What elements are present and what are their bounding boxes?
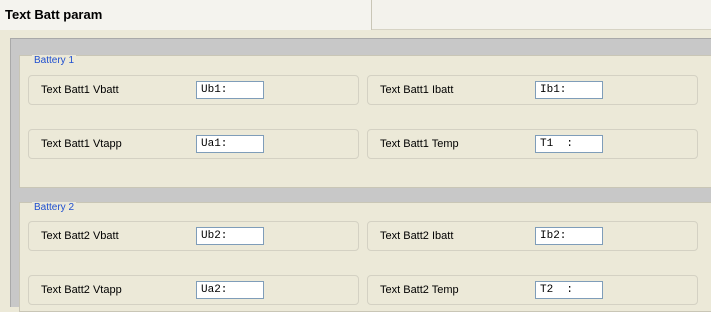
batt2-vtapp-group: Text Batt2 Vtapp Ua2:: [28, 275, 359, 305]
batt1-temp-group: Text Batt1 Temp T1 :: [367, 129, 698, 159]
batt2-ibatt-input[interactable]: Ib2:: [535, 227, 603, 245]
batt1-ibatt-input[interactable]: Ib1:: [535, 81, 603, 99]
battery-2-legend: Battery 2: [32, 202, 77, 214]
batt1-ibatt-group: Text Batt1 Ibatt Ib1:: [367, 75, 698, 105]
battery-1-section: Battery 1 Text Batt1 Vbatt Ub1: Text Bat…: [19, 55, 711, 188]
batt1-vbatt-group: Text Batt1 Vbatt Ub1:: [28, 75, 359, 105]
batt2-vbatt-group: Text Batt2 Vbatt Ub2:: [28, 221, 359, 251]
batt2-temp-input[interactable]: T2 :: [535, 281, 603, 299]
batt1-temp-label: Text Batt1 Temp: [380, 138, 459, 150]
page-title: Text Batt param: [0, 0, 372, 30]
batt1-vbatt-label: Text Batt1 Vbatt: [41, 84, 119, 96]
batt1-vtapp-label: Text Batt1 Vtapp: [41, 138, 122, 150]
batt2-vbatt-label: Text Batt2 Vbatt: [41, 230, 119, 242]
batt1-temp-input[interactable]: T1 :: [535, 135, 603, 153]
batt2-ibatt-group: Text Batt2 Ibatt Ib2:: [367, 221, 698, 251]
batt1-vtapp-input[interactable]: Ua1:: [196, 135, 264, 153]
batt2-vtapp-input[interactable]: Ua2:: [196, 281, 264, 299]
batt2-vbatt-input[interactable]: Ub2:: [196, 227, 264, 245]
batt1-ibatt-label: Text Batt1 Ibatt: [380, 84, 454, 96]
battery-1-legend: Battery 1: [32, 55, 77, 67]
main-panel: Battery 1 Text Batt1 Vbatt Ub1: Text Bat…: [10, 38, 711, 312]
batt1-vbatt-input[interactable]: Ub1:: [196, 81, 264, 99]
batt2-vtapp-label: Text Batt2 Vtapp: [41, 284, 122, 296]
batt2-temp-label: Text Batt2 Temp: [380, 284, 459, 296]
batt1-vtapp-group: Text Batt1 Vtapp Ua1:: [28, 129, 359, 159]
batt2-temp-group: Text Batt2 Temp T2 :: [367, 275, 698, 305]
battery-2-section: Battery 2 Text Batt2 Vbatt Ub2: Text Bat…: [19, 202, 711, 312]
batt2-ibatt-label: Text Batt2 Ibatt: [380, 230, 454, 242]
header-bar: Text Batt param: [0, 0, 711, 30]
